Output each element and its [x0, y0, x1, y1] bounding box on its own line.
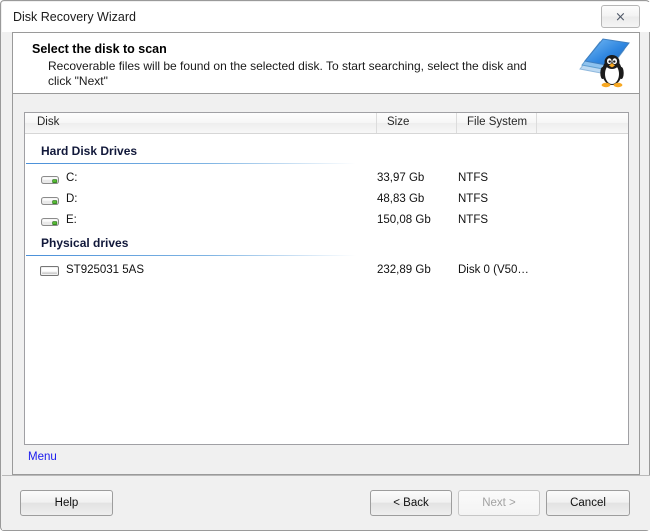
wizard-body: Disk Size File System Hard Disk Drives C…: [12, 94, 640, 475]
table-row[interactable]: ST925031 5AS 232,89 Gb Disk 0 (V50…: [25, 261, 628, 281]
disk-group-rule: [26, 255, 356, 256]
drive-name: D:: [66, 193, 78, 205]
window-title: Disk Recovery Wizard: [13, 10, 136, 24]
column-separator-2[interactable]: [456, 113, 457, 133]
table-row[interactable]: E: 150,08 Gb NTFS: [25, 211, 628, 231]
drive-file-system: NTFS: [458, 193, 489, 205]
disk-list-body: Hard Disk Drives C: 33,97 Gb NTFS D: 48,…: [25, 134, 628, 444]
volume-icon: [41, 195, 59, 206]
title-bar: Disk Recovery Wizard ⨯: [2, 2, 650, 32]
disk-group-header: Hard Disk Drives: [25, 142, 628, 164]
column-header-size[interactable]: Size: [387, 116, 409, 128]
page-title: Select the disk to scan: [32, 42, 167, 56]
disk-recovery-wizard-window: Disk Recovery Wizard ⨯ Select the disk t…: [0, 0, 650, 531]
column-header-file-system[interactable]: File System: [467, 116, 527, 128]
drive-size: 33,97 Gb: [377, 172, 425, 184]
close-button[interactable]: ⨯: [601, 5, 640, 28]
disk-group-label: Physical drives: [41, 236, 129, 250]
disk-list-header: Disk Size File System: [25, 113, 628, 134]
drive-file-system: NTFS: [458, 172, 489, 184]
cancel-button[interactable]: Cancel: [546, 490, 630, 516]
volume-icon: [41, 174, 59, 185]
drive-size: 150,08 Gb: [377, 214, 431, 226]
disk-list-panel[interactable]: Disk Size File System Hard Disk Drives C…: [24, 112, 629, 445]
disk-group-header: Physical drives: [25, 234, 628, 256]
drive-name: C:: [66, 172, 78, 184]
drive-size: 48,83 Gb: [377, 193, 425, 205]
column-separator-3[interactable]: [536, 113, 537, 133]
disk-group-label: Hard Disk Drives: [41, 144, 138, 158]
footer-bar: Help < Back Next > Cancel: [2, 475, 650, 530]
disk-penguin-logo-icon: [574, 36, 632, 90]
next-button: Next >: [458, 490, 540, 516]
table-row[interactable]: C: 33,97 Gb NTFS: [25, 169, 628, 189]
drive-file-system: Disk 0 (V50…: [458, 264, 529, 276]
page-description: Recoverable files will be found on the s…: [48, 59, 527, 88]
help-button[interactable]: Help: [20, 490, 113, 516]
drive-file-system: NTFS: [458, 214, 489, 226]
back-button[interactable]: < Back: [370, 490, 452, 516]
drive-name: E:: [66, 214, 77, 226]
wizard-header: Select the disk to scan Recoverable file…: [12, 32, 640, 94]
hdd-icon: [40, 265, 59, 277]
volume-icon: [41, 216, 59, 227]
column-header-disk[interactable]: Disk: [37, 116, 59, 128]
table-row[interactable]: D: 48,83 Gb NTFS: [25, 190, 628, 210]
drive-size: 232,89 Gb: [377, 264, 431, 276]
disk-group-rule: [26, 163, 356, 164]
close-icon: ⨯: [615, 9, 626, 24]
menu-link[interactable]: Menu: [28, 451, 57, 463]
drive-name: ST925031 5AS: [66, 264, 145, 276]
column-separator-1[interactable]: [376, 113, 377, 133]
